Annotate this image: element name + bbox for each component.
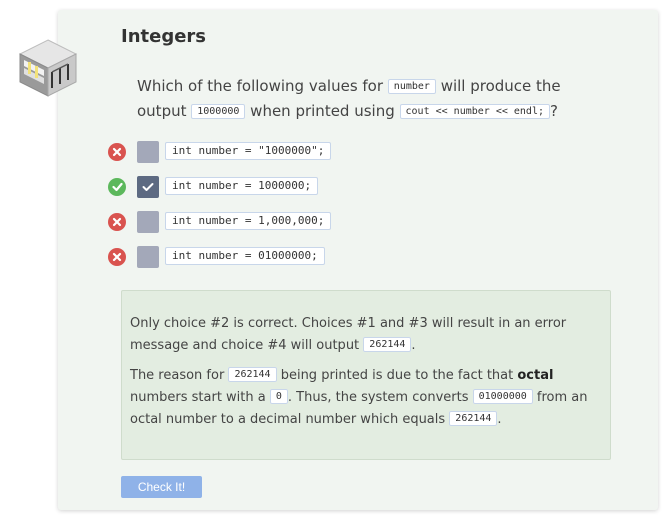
explanation-panel: Only choice #2 is correct. Choices #1 an… [121, 290, 611, 460]
code-octal: 01000000 [472, 389, 533, 404]
choice-checkbox-checked[interactable] [137, 176, 159, 198]
explanation-paragraph-2: The reason for 262144 being printed is d… [130, 367, 588, 427]
code-output: 262144 [228, 367, 277, 382]
check-circle-icon [108, 178, 126, 196]
choice-checkbox[interactable] [137, 141, 159, 163]
check-it-button[interactable]: Check It! [121, 476, 202, 498]
choice-code: int number = 01000000; [165, 247, 325, 265]
checkmark-icon [142, 183, 154, 191]
choice-checkbox[interactable] [137, 211, 159, 233]
code-variable: number [387, 79, 436, 94]
code-statement: cout << number << endl; [399, 104, 550, 119]
code-output: 262144 [363, 337, 412, 352]
choice-checkbox[interactable] [137, 246, 159, 268]
x-circle-icon [108, 248, 126, 266]
bold-term: octal [517, 368, 554, 383]
choice-code: int number = 1000000; [165, 177, 319, 195]
server-rack-cube-icon [18, 39, 78, 97]
choice-code: int number = "1000000"; [165, 142, 332, 160]
x-circle-icon [108, 213, 126, 231]
x-circle-icon [108, 143, 126, 161]
code-zero: 0 [269, 389, 288, 404]
choice-3[interactable]: int number = 1,000,000; [108, 209, 408, 233]
choice-2[interactable]: int number = 1000000; [108, 174, 408, 198]
choice-code: int number = 1,000,000; [165, 212, 332, 230]
code-value: 1000000 [191, 104, 246, 119]
code-decimal: 262144 [449, 411, 498, 426]
explanation-paragraph-1: Only choice #2 is correct. Choices #1 an… [130, 316, 567, 353]
lesson-title: Integers [121, 26, 207, 47]
choice-1[interactable]: int number = "1000000"; [108, 139, 408, 163]
choice-4[interactable]: int number = 01000000; [108, 244, 408, 268]
question-text: Which of the following values for number… [137, 77, 561, 120]
